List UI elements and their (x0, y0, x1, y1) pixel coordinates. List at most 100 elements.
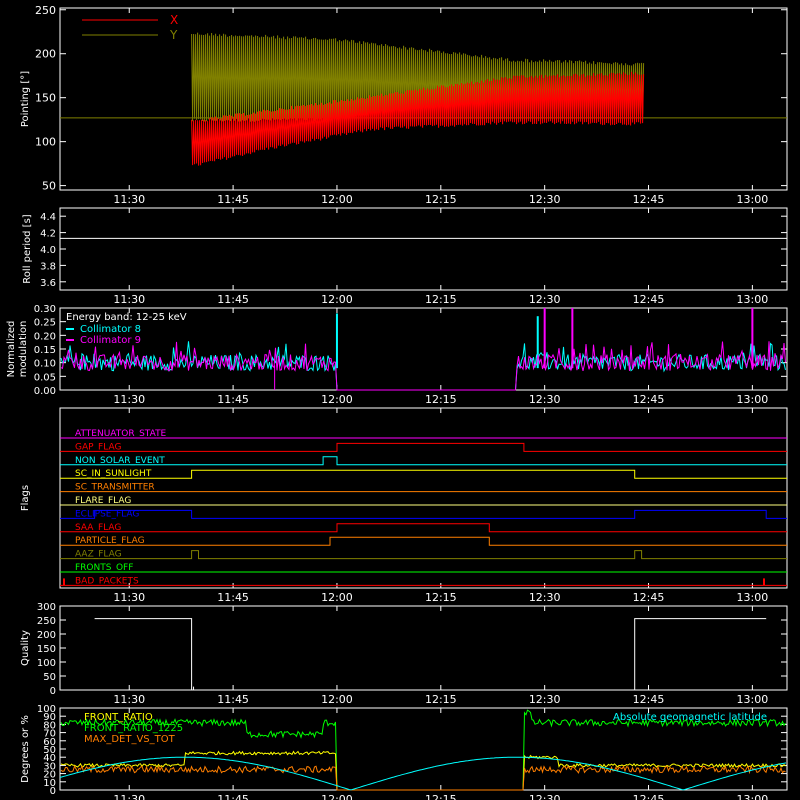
y-tick-label: 0 (50, 686, 56, 697)
y-tick-label: 3.8 (40, 261, 56, 272)
y-axis-label: Pointing [°] (20, 71, 31, 127)
x-tick-label: 12:45 (633, 793, 665, 800)
y-tick-label: 100 (37, 658, 56, 669)
flag-label-fronts_off: FRONTS_OFF (75, 563, 133, 573)
y-tick-label: 50 (42, 180, 56, 193)
flag-label-sc_in_sunlight: SC_IN_SUNLIGHT (75, 469, 152, 479)
x-tick-label: 12:30 (529, 393, 561, 406)
y-tick-label: 0.30 (34, 304, 56, 315)
series-geomagnetic-latitude-line (59, 756, 787, 791)
flag-non_solar_event-line (60, 456, 787, 466)
energy-band-annotation: Energy band: 12-25 keV (66, 312, 187, 323)
y-tick-label: 250 (37, 616, 56, 627)
y-axis-label: Flags (20, 485, 31, 511)
legend-front-ratio-1225: FRONT_RATIO_1225 (84, 723, 183, 734)
x-tick-label: 11:30 (113, 293, 145, 306)
x-tick-label: 12:15 (425, 193, 457, 206)
flag-label-bad_packets: BAD_PACKETS (75, 576, 139, 586)
x-tick-label: 12:15 (425, 293, 457, 306)
y-tick-label: 4.4 (40, 212, 56, 223)
quality-panel: 11:30 11:45 12:00 12:15 12:30 12:45 13:00 0 50 10… (20, 602, 788, 706)
x-tick-label: 12:00 (321, 591, 353, 604)
flags-panel: 11:30 11:45 12:00 12:15 12:30 12:45 13:00 Flags… (20, 407, 788, 604)
y-axis-label: Quality (20, 630, 31, 666)
x-tick-label: 12:45 (633, 293, 665, 306)
figure: 11:30 11:45 12:00 12:15 12:30 12:45 13:00 50 100… (6, 4, 788, 800)
x-tick-label: 13:00 (737, 693, 769, 706)
x-tick-label: 12:00 (321, 393, 353, 406)
flag-label-sc_transmitter: SC_TRANSMITTER (75, 483, 155, 493)
x-tick-label: 12:45 (633, 393, 665, 406)
y-tick-label: 250 (35, 4, 56, 17)
flag-label-saa_flag: SAA_FLAG (75, 523, 121, 533)
x-tick-label: 13:00 (737, 591, 769, 604)
y-tick-label: 200 (35, 48, 56, 61)
legend-max-det-vs-tot: MAX_DET_VS_TOT (84, 734, 176, 745)
x-tick-label: 11:45 (217, 393, 249, 406)
x-tick-label: 11:30 (113, 193, 145, 206)
y-tick-label: 150 (35, 92, 56, 105)
y-tick-label: 0.05 (34, 372, 56, 383)
x-tick-label: 13:00 (737, 193, 769, 206)
legend-label-y: Y (169, 28, 178, 42)
y-tick-label: 0.25 (34, 318, 56, 329)
legend-label: Collimator 8 (80, 324, 141, 335)
x-tick-label: 12:45 (633, 193, 665, 206)
flag-saa_flag_gap_flag-line (60, 442, 787, 452)
flag-sc_in_sunlight-line (60, 469, 787, 479)
plot-frame (59, 407, 788, 589)
y-axis-label: Roll period [s] (22, 214, 33, 283)
quality-line (94, 618, 767, 691)
y-tick-label: 300 (37, 602, 56, 613)
x-tick-label: 11:45 (217, 193, 249, 206)
x-tick-label: 12:00 (321, 793, 353, 800)
x-tick-label: 12:15 (425, 591, 457, 604)
flag-eclipse_flag-line (60, 509, 787, 519)
flag-aaz_flag-line (60, 550, 787, 560)
flag-label-saa_flag_gap_flag: GAP_FLAG (75, 442, 121, 452)
x-tick-label: 11:45 (217, 293, 249, 306)
y-tick-label: 150 (37, 644, 56, 655)
x-tick-label: 12:30 (529, 793, 561, 800)
y-axis-label: modulation (18, 321, 29, 378)
x-tick-label: 12:15 (425, 693, 457, 706)
y-tick-label: 50 (43, 672, 56, 683)
x-tick-label: 11:45 (217, 793, 249, 800)
ratios-panel: 11:30 11:45 12:00 12:15 12:30 12:45 13:0001020… (20, 704, 788, 800)
y-tick-label: 200 (37, 630, 56, 641)
x-tick-label: 12:30 (529, 591, 561, 604)
flag-label-attenuator_state: ATTENUATOR_STATE (75, 429, 167, 439)
x-tick-label: 12:00 (321, 193, 353, 206)
x-tick-label: 12:30 (529, 293, 561, 306)
plot-frame (59, 207, 788, 291)
y-tick-label: 4.2 (40, 229, 56, 240)
x-tick-label: 13:00 (737, 793, 769, 800)
x-tick-label: 11:30 (113, 793, 145, 800)
y-tick-label: 0.20 (34, 331, 56, 342)
y-tick-label: 0.10 (34, 359, 56, 370)
x-tick-label: 11:30 (113, 393, 145, 406)
y-tick-label: 3.6 (40, 278, 56, 289)
roll-period-panel: 11:30 11:45 12:00 12:15 12:30 12:45 13:00 3.6 3.… (22, 207, 788, 306)
x-tick-label: 12:15 (425, 393, 457, 406)
flag-saa_flag-line (60, 523, 787, 533)
y-tick-label: 100 (35, 136, 56, 149)
x-tick-label: 11:45 (217, 693, 249, 706)
y-tick-label: 100 (37, 704, 56, 715)
modulation-panel: 11:30 11:45 12:00 12:15 12:30 12:45 13:00 0.00 0… (6, 304, 788, 406)
legend-label-x: X (170, 13, 178, 27)
pointing-panel: 11:30 11:45 12:00 12:15 12:30 12:45 13:00 50 100… (20, 4, 788, 206)
x-tick-label: 12:00 (321, 693, 353, 706)
flag-label-eclipse_flag: ECLIPSE_FLAG (75, 509, 139, 519)
x-tick-label: 12:15 (425, 793, 457, 800)
x-tick-label: 11:30 (113, 693, 145, 706)
y-tick-label: 0.00 (34, 386, 56, 397)
x-tick-label: 11:45 (217, 591, 249, 604)
x-tick-label: 12:30 (529, 193, 561, 206)
x-tick-label: 12:45 (633, 693, 665, 706)
x-tick-label: 13:00 (737, 393, 769, 406)
y-axis-label: Normalized (6, 321, 17, 378)
x-tick-label: 12:30 (529, 693, 561, 706)
y-axis-label: Degrees or % (20, 715, 31, 783)
y-tick-label: 4.0 (40, 245, 56, 256)
